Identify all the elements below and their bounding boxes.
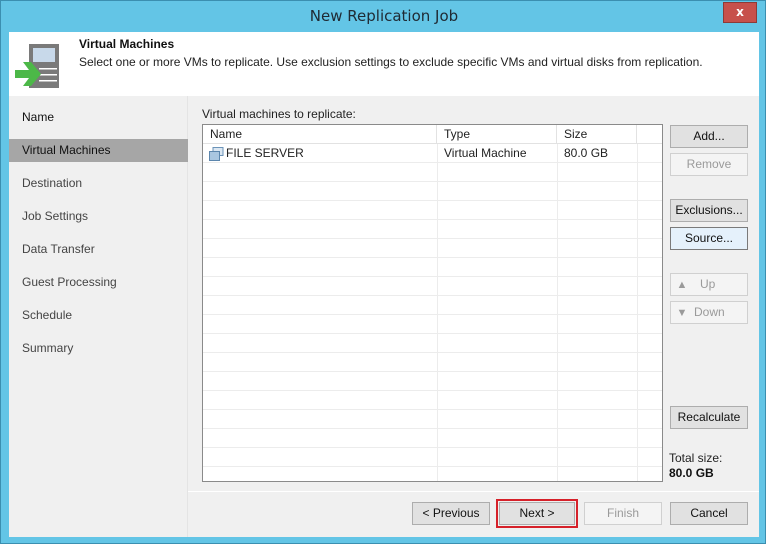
sidebar-item-summary[interactable]: Summary xyxy=(9,337,188,360)
step-title: Virtual Machines xyxy=(79,37,175,51)
finish-button[interactable]: Finish xyxy=(584,502,662,525)
vm-type: Virtual Machine xyxy=(444,146,527,160)
recalculate-button[interactable]: Recalculate xyxy=(670,406,748,429)
next-button[interactable]: Next > xyxy=(496,499,578,528)
vm-icon xyxy=(209,147,224,161)
table-row-empty xyxy=(203,391,662,410)
total-size-value: 80.0 GB xyxy=(669,466,714,480)
table-row-empty xyxy=(203,220,662,239)
table-row-empty xyxy=(203,448,662,467)
table-row-empty xyxy=(203,258,662,277)
vm-list-table[interactable]: Name Type Size FILE SERVER Virtual Machi… xyxy=(202,124,663,482)
vm-list-label: Virtual machines to replicate: xyxy=(202,107,356,121)
table-row-empty xyxy=(203,277,662,296)
cancel-button[interactable]: Cancel xyxy=(670,502,748,525)
close-icon: x xyxy=(736,5,744,19)
previous-button[interactable]: < Previous xyxy=(412,502,490,525)
down-button[interactable]: ▼ Down xyxy=(670,301,748,324)
sidebar-item-virtual-machines[interactable]: Virtual Machines xyxy=(9,139,188,162)
table-row-empty xyxy=(203,315,662,334)
arrow-down-icon: ▼ xyxy=(676,307,688,319)
step-header: Virtual Machines Select one or more VMs … xyxy=(9,32,759,96)
table-row-empty xyxy=(203,334,662,353)
close-button[interactable]: x xyxy=(723,2,757,23)
step-description: Select one or more VMs to replicate. Use… xyxy=(79,55,703,69)
total-size-label: Total size: xyxy=(669,451,723,465)
table-row-empty xyxy=(203,429,662,448)
column-header-type[interactable]: Type xyxy=(437,125,557,144)
footer-divider xyxy=(188,491,759,492)
wizard-client-area: Virtual Machines Select one or more VMs … xyxy=(9,32,759,537)
column-header-size[interactable]: Size xyxy=(557,125,637,144)
sidebar-item-job-settings[interactable]: Job Settings xyxy=(9,205,188,228)
table-row-empty xyxy=(203,182,662,201)
sidebar-item-guest-processing[interactable]: Guest Processing xyxy=(9,271,188,294)
up-label: Up xyxy=(700,277,716,291)
down-label: Down xyxy=(694,305,725,319)
sidebar-item-destination[interactable]: Destination xyxy=(9,172,188,195)
add-button[interactable]: Add... xyxy=(670,125,748,148)
column-header-name[interactable]: Name xyxy=(203,125,437,144)
source-button[interactable]: Source... xyxy=(670,227,748,250)
table-row-empty xyxy=(203,163,662,182)
exclusions-button[interactable]: Exclusions... xyxy=(670,199,748,222)
table-row-empty xyxy=(203,353,662,372)
vm-replication-icon xyxy=(15,44,59,88)
table-row-empty xyxy=(203,201,662,220)
replication-job-window: New Replication Job x Virtual Machines S… xyxy=(0,0,766,544)
table-row[interactable]: FILE SERVER Virtual Machine 80.0 GB xyxy=(203,144,662,163)
up-button[interactable]: ▲ Up xyxy=(670,273,748,296)
window-title: New Replication Job xyxy=(309,7,459,25)
title-bar[interactable]: New Replication Job x xyxy=(1,1,766,32)
table-header: Name Type Size xyxy=(203,125,662,144)
remove-button[interactable]: Remove xyxy=(670,153,748,176)
vm-size: 80.0 GB xyxy=(564,146,609,160)
table-row-empty xyxy=(203,467,662,481)
table-row-empty xyxy=(203,239,662,258)
arrow-up-icon: ▲ xyxy=(676,279,688,291)
sidebar-item-schedule[interactable]: Schedule xyxy=(9,304,188,327)
wizard-steps-sidebar: Name Virtual Machines Destination Job Se… xyxy=(9,96,188,537)
sidebar-item-name[interactable]: Name xyxy=(9,106,188,129)
table-row-empty xyxy=(203,296,662,315)
table-row-empty xyxy=(203,410,662,429)
sidebar-item-data-transfer[interactable]: Data Transfer xyxy=(9,238,188,261)
table-row-empty xyxy=(203,372,662,391)
vm-name: FILE SERVER xyxy=(226,146,304,160)
